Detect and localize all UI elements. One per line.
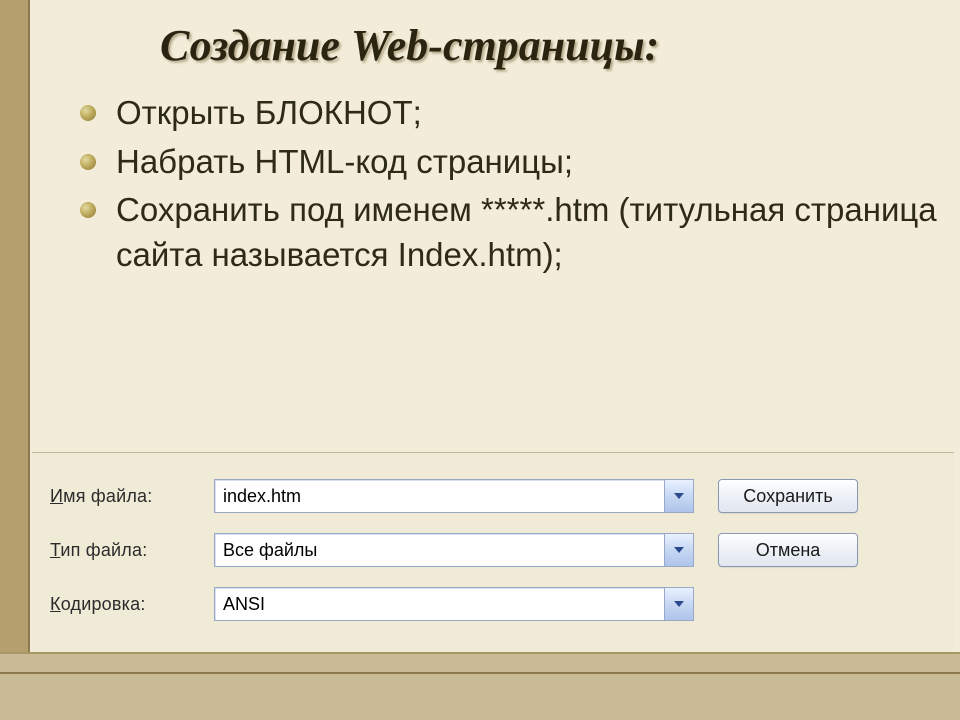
- button-column: Сохранить: [708, 479, 858, 513]
- label-accelerator: Т: [50, 540, 60, 560]
- list-item-text: Открыть БЛОКНОТ;: [116, 91, 940, 136]
- cancel-button[interactable]: Отмена: [718, 533, 858, 567]
- dropdown-button[interactable]: [664, 534, 693, 566]
- encoding-combobox[interactable]: [214, 587, 694, 621]
- save-dialog: Имя файла: Сохранить Тип файла:: [32, 452, 954, 654]
- list-item-text: Набрать HTML-код страницы;: [116, 140, 940, 185]
- label-accelerator: К: [50, 594, 61, 614]
- filetype-combobox[interactable]: [214, 533, 694, 567]
- filename-input[interactable]: [215, 480, 664, 512]
- label-part: мя файла:: [63, 486, 152, 506]
- filename-combobox[interactable]: [214, 479, 694, 513]
- chevron-down-icon: [673, 546, 685, 554]
- filetype-label: Тип файла:: [50, 540, 200, 561]
- chevron-down-icon: [673, 600, 685, 608]
- dialog-row-filetype: Тип файла: Отмена: [50, 533, 936, 567]
- label-accelerator: И: [50, 486, 63, 506]
- label-part: ип файла:: [60, 540, 147, 560]
- save-button[interactable]: Сохранить: [718, 479, 858, 513]
- chevron-down-icon: [673, 492, 685, 500]
- encoding-label: Кодировка:: [50, 594, 200, 615]
- dropdown-button[interactable]: [664, 588, 693, 620]
- label-part: одировка:: [61, 594, 146, 614]
- dialog-row-encoding: Кодировка:: [50, 587, 936, 621]
- page-title: Создание Web-страницы:: [160, 20, 940, 71]
- slide-bottom-decor: [0, 652, 960, 720]
- filetype-input[interactable]: [215, 534, 664, 566]
- bullet-list: Открыть БЛОКНОТ; Набрать HTML-код страни…: [80, 91, 940, 277]
- dropdown-button[interactable]: [664, 480, 693, 512]
- list-item: Сохранить под именем *****.htm (титульна…: [80, 188, 940, 277]
- list-item: Набрать HTML-код страницы;: [80, 140, 940, 185]
- list-item-text: Сохранить под именем *****.htm (титульна…: [116, 188, 940, 277]
- list-item: Открыть БЛОКНОТ;: [80, 91, 940, 136]
- filename-label: Имя файла:: [50, 486, 200, 507]
- button-column: Отмена: [708, 533, 858, 567]
- dialog-row-filename: Имя файла: Сохранить: [50, 479, 936, 513]
- encoding-input[interactable]: [215, 588, 664, 620]
- slide: Создание Web-страницы: Открыть БЛОКНОТ; …: [0, 0, 960, 720]
